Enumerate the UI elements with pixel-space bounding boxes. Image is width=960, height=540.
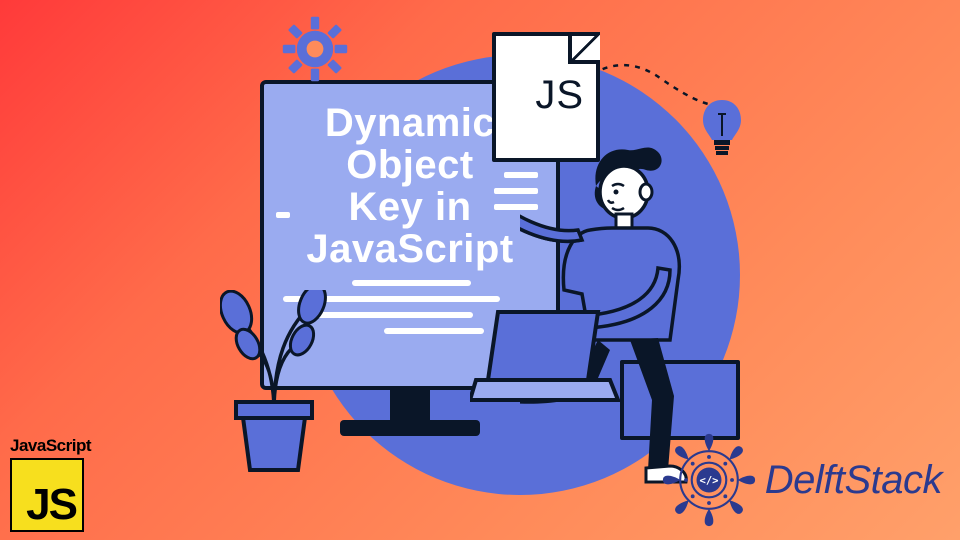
delftstack-logo: </> DelftStack — [661, 432, 942, 528]
code-line — [315, 312, 473, 318]
gear-icon — [280, 14, 350, 84]
javascript-logo: JavaScript JS — [10, 436, 91, 532]
svg-text:</>: </> — [699, 475, 718, 487]
javascript-logo-box: JS — [10, 458, 84, 532]
delftstack-mandala-icon: </> — [661, 432, 757, 528]
javascript-logo-letters: JS — [26, 480, 76, 530]
delftstack-brand-text: DelftStack — [765, 458, 942, 503]
js-file-label: JS — [535, 73, 584, 118]
code-line — [352, 280, 471, 286]
code-line — [384, 328, 484, 334]
monitor-stand — [390, 390, 430, 420]
code-dot — [276, 212, 290, 218]
plant-icon — [220, 290, 330, 490]
monitor-base — [340, 420, 480, 436]
javascript-logo-text: JavaScript — [10, 436, 91, 456]
laptop-icon — [470, 308, 620, 418]
